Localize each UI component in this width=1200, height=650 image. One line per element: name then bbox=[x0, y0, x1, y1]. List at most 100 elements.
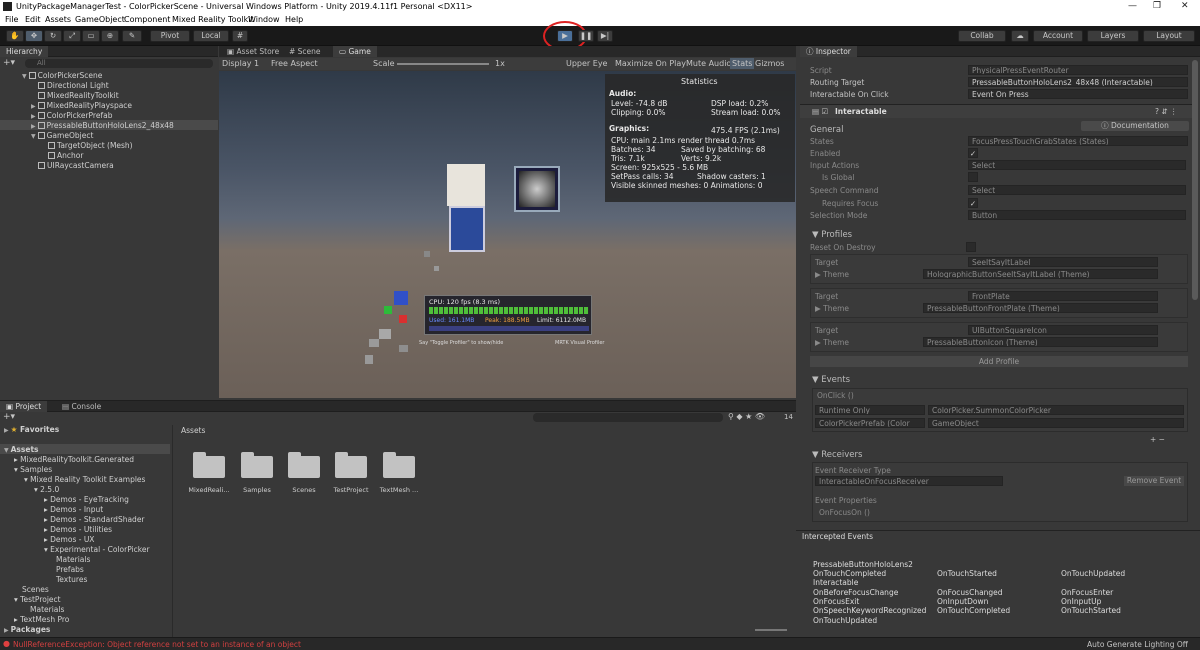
menu-file[interactable]: File bbox=[5, 15, 18, 24]
menu-component[interactable]: Component bbox=[124, 15, 170, 24]
tab-hierarchy[interactable]: Hierarchy bbox=[0, 46, 49, 57]
local-toggle[interactable]: Local bbox=[193, 30, 229, 42]
hierarchy-item-target[interactable]: TargetObject (Mesh) bbox=[48, 141, 133, 150]
pivot-toggle[interactable]: Pivot bbox=[150, 30, 190, 42]
tree-item[interactable]: ▸ Demos - Input bbox=[44, 505, 103, 514]
display-dropdown[interactable]: Display 1 bbox=[222, 59, 259, 68]
tree-item[interactable]: ▸ Demos - Utilities bbox=[44, 525, 112, 534]
menu-mrtk[interactable]: Mixed Reality Toolkit bbox=[172, 15, 254, 24]
account-dropdown[interactable]: Account bbox=[1033, 30, 1083, 42]
event-add-remove-icon[interactable]: + − bbox=[1150, 435, 1165, 444]
input-actions-dropdown[interactable]: Select bbox=[968, 160, 1186, 170]
receivers-section[interactable]: ▼ Receivers bbox=[812, 450, 862, 460]
mute-toggle[interactable]: Mute Audio bbox=[686, 59, 731, 68]
tree-assets[interactable]: ▼ Assets bbox=[4, 445, 39, 454]
hierarchy-item-gameobject[interactable]: ▼ GameObject bbox=[31, 131, 93, 140]
tree-item[interactable]: ▾ 2.5.0 bbox=[34, 485, 59, 494]
profiles-section[interactable]: ▼ Profiles bbox=[812, 230, 852, 240]
layers-dropdown[interactable]: Layers bbox=[1087, 30, 1139, 42]
enabled-checkbox[interactable]: ✓ bbox=[968, 148, 978, 158]
tab-project[interactable]: ▣ Project bbox=[0, 401, 48, 412]
menu-gameobject[interactable]: GameObject bbox=[75, 15, 125, 24]
hierarchy-search-input[interactable]: All bbox=[25, 59, 213, 68]
tree-item[interactable]: ▾ TestProject bbox=[14, 595, 61, 604]
documentation-button[interactable]: ⓘ Documentation bbox=[1081, 121, 1189, 131]
receiver-type-dropdown[interactable]: InteractableOnFocusReceiver bbox=[815, 476, 1003, 486]
hierarchy-item-colorpicker[interactable]: ▶ ColorPickerPrefab bbox=[31, 111, 112, 120]
interactable-onclick-dropdown[interactable]: Event On Press bbox=[968, 89, 1188, 99]
maximize-toggle[interactable]: Maximize On Play bbox=[615, 59, 686, 68]
scale-tool-icon[interactable]: ⤢ bbox=[63, 30, 81, 42]
folder-icon[interactable] bbox=[193, 452, 225, 478]
hierarchy-item-playspace[interactable]: ▶ MixedRealityPlayspace bbox=[31, 101, 132, 110]
tab-asset-store[interactable]: ▣ Asset Store bbox=[221, 46, 285, 57]
events-section[interactable]: ▼ Events bbox=[812, 375, 850, 385]
tab-inspector[interactable]: ⓘ Inspector bbox=[800, 46, 857, 57]
method-dropdown[interactable]: ColorPicker.SummonColorPicker bbox=[928, 405, 1184, 415]
tree-item[interactable]: ▸ Demos - UX bbox=[44, 535, 94, 544]
hand-tool-icon[interactable]: ✋ bbox=[6, 30, 24, 42]
project-add-icon[interactable]: +▾ bbox=[3, 412, 15, 422]
hierarchy-item-light[interactable]: Directional Light bbox=[38, 81, 109, 90]
custom-tool-icon[interactable]: ✎ bbox=[122, 30, 142, 42]
layout-dropdown[interactable]: Layout bbox=[1143, 30, 1195, 42]
upper-eye-dropdown[interactable]: Upper Eye bbox=[566, 59, 607, 68]
maximize-icon[interactable]: ❐ bbox=[1153, 1, 1161, 11]
requires-focus-checkbox[interactable]: ✓ bbox=[968, 198, 978, 208]
hierarchy-item-camera[interactable]: UIRaycastCamera bbox=[38, 161, 114, 170]
profile-theme-field[interactable]: PressableButtonFrontPlate (Theme) bbox=[923, 303, 1158, 313]
scale-slider[interactable] bbox=[397, 63, 489, 65]
folder-icon[interactable] bbox=[335, 452, 367, 478]
hierarchy-item-scene[interactable]: ▼ ColorPickerScene bbox=[22, 71, 102, 80]
tab-console[interactable]: ▤ Console bbox=[56, 401, 107, 412]
tab-scene[interactable]: # Scene bbox=[283, 46, 327, 57]
stats-toggle[interactable]: Stats bbox=[730, 58, 755, 69]
hierarchy-item-anchor[interactable]: Anchor bbox=[48, 151, 83, 160]
tree-item[interactable]: ▸ MixedRealityToolkit.Generated bbox=[14, 455, 134, 464]
folder-icon[interactable] bbox=[241, 452, 273, 478]
menu-help[interactable]: Help bbox=[285, 15, 303, 24]
collab-button[interactable]: Collab bbox=[958, 30, 1006, 42]
icon-size-slider[interactable] bbox=[755, 629, 787, 631]
add-profile-button[interactable]: Add Profile bbox=[810, 356, 1188, 367]
help-icon[interactable]: ? ⇵ ⋮ bbox=[1155, 107, 1178, 116]
game-view[interactable]: Statistics Audio: Level: -74.8 dB Clippi… bbox=[219, 71, 796, 398]
menu-edit[interactable]: Edit bbox=[25, 15, 41, 24]
profile-target-field[interactable]: FrontPlate bbox=[968, 291, 1158, 301]
profile-target-field[interactable]: UIButtonSquareIcon bbox=[968, 325, 1158, 335]
menu-window[interactable]: Window bbox=[248, 15, 280, 24]
tree-item[interactable]: Scenes bbox=[22, 585, 49, 594]
event-gameobject-field[interactable]: GameObject bbox=[928, 418, 1184, 428]
profile-theme-field[interactable]: HolographicButtonSeeItSayItLabel (Theme) bbox=[923, 269, 1158, 279]
project-splitter[interactable] bbox=[172, 425, 173, 637]
hierarchy-item-mrtk[interactable]: MixedRealityToolkit bbox=[38, 91, 119, 100]
profile-target-field[interactable]: SeeItSayItLabel bbox=[968, 257, 1158, 267]
tree-item[interactable]: ▸ Demos - EyeTracking bbox=[44, 495, 129, 504]
tree-item[interactable]: ▾ Mixed Reality Toolkit Examples bbox=[24, 475, 145, 484]
rect-tool-icon[interactable]: ▭ bbox=[82, 30, 100, 42]
tree-item[interactable]: Materials bbox=[56, 555, 90, 564]
favorites-row[interactable]: ▶ ★ Favorites bbox=[4, 425, 59, 434]
transform-tool-icon[interactable]: ⊕ bbox=[101, 30, 119, 42]
reset-on-destroy-checkbox[interactable] bbox=[966, 242, 976, 252]
states-field[interactable]: FocusPressTouchGrabStates (States) bbox=[968, 136, 1188, 146]
folder-icon[interactable] bbox=[288, 452, 320, 478]
hierarchy-item-button[interactable]: ▶ PressableButtonHoloLens2_48x48 bbox=[31, 121, 174, 130]
folder-icon[interactable] bbox=[383, 452, 415, 478]
assets-breadcrumb[interactable]: Assets bbox=[181, 426, 205, 435]
gizmos-dropdown[interactable]: Gizmos bbox=[755, 59, 784, 68]
tree-item[interactable]: ▸ TextMesh Pro bbox=[14, 615, 69, 624]
runtime-dropdown[interactable]: Runtime Only bbox=[815, 405, 925, 415]
tree-item[interactable]: ▸ Demos - StandardShader bbox=[44, 515, 145, 524]
menu-assets[interactable]: Assets bbox=[45, 15, 71, 24]
remove-event-button[interactable]: Remove Event bbox=[1124, 476, 1184, 486]
tree-item[interactable]: ▾ Experimental - ColorPicker bbox=[44, 545, 150, 554]
tree-item[interactable]: Prefabs bbox=[56, 565, 84, 574]
tab-game[interactable]: ▭ Game bbox=[333, 46, 377, 57]
grid-snap-icon[interactable]: # bbox=[232, 30, 248, 42]
inspector-scrollbar[interactable] bbox=[1192, 60, 1198, 300]
speech-command-dropdown[interactable]: Select bbox=[968, 185, 1186, 195]
add-icon[interactable]: +▾ bbox=[3, 58, 15, 68]
minimize-icon[interactable]: — bbox=[1128, 1, 1137, 11]
cloud-icon[interactable]: ☁ bbox=[1011, 30, 1029, 42]
